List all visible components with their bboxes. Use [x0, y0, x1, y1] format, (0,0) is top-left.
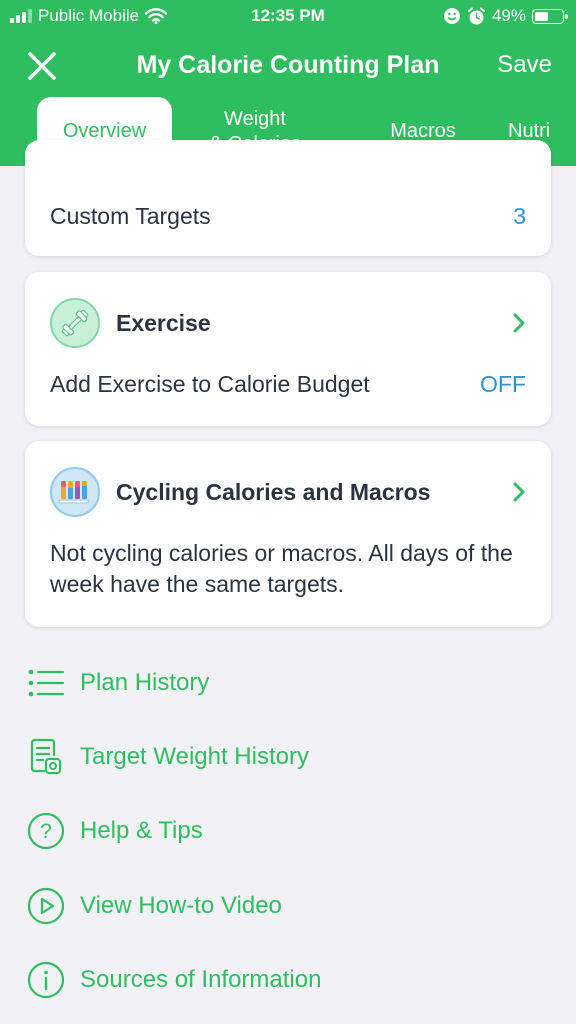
cycling-header[interactable]: Cycling Calories and Macros: [50, 467, 526, 517]
how-to-video-label: View How-to Video: [80, 892, 282, 919]
svg-text:?: ?: [40, 820, 52, 843]
target-weight-history-label: Target Weight History: [80, 743, 309, 770]
battery-fill: [535, 11, 548, 21]
sources-info-label: Sources of Information: [80, 966, 322, 993]
battery-percent: 49%: [491, 6, 526, 25]
plan-history-label: Plan History: [80, 669, 210, 696]
bars-icon: [50, 467, 100, 517]
targets-card: Custom Targets 3: [25, 140, 551, 256]
history-document-icon: [26, 737, 66, 777]
help-tips-label: Help & Tips: [80, 817, 203, 844]
plan-history-link[interactable]: Plan History: [26, 663, 209, 703]
alarm-icon: [467, 7, 485, 24]
chevron-right-icon: [513, 313, 525, 333]
nav-bar: My Calorie Counting Plan Save: [0, 34, 576, 96]
chevron-right-icon: [513, 482, 525, 502]
cycling-card: Cycling Calories and Macros Not cycling …: [25, 441, 551, 627]
exercise-title: Exercise: [116, 309, 211, 336]
save-button[interactable]: Save: [497, 51, 552, 79]
tab-weight-line1: Weight: [224, 107, 286, 130]
cycling-title: Cycling Calories and Macros: [116, 478, 431, 505]
how-to-video-link[interactable]: View How-to Video: [26, 886, 282, 926]
page-title: My Calorie Counting Plan: [136, 51, 440, 79]
play-icon: [26, 886, 66, 926]
add-exercise-toggle[interactable]: OFF: [480, 371, 526, 398]
exercise-card: Exercise Add Exercise to Calorie Budget …: [25, 272, 551, 426]
custom-targets-label: Custom Targets: [50, 203, 211, 229]
cycling-description: Not cycling calories or macros. All days…: [50, 540, 513, 597]
exercise-header[interactable]: Exercise: [50, 298, 526, 348]
sources-info-link[interactable]: Sources of Information: [26, 960, 321, 1000]
info-icon: [26, 960, 66, 1000]
list-icon: [26, 663, 66, 703]
status-bar: Public Mobile 12:35 PM 49%: [0, 0, 576, 34]
dumbbell-icon: [50, 298, 100, 348]
add-exercise-label: Add Exercise to Calorie Budget: [50, 371, 370, 397]
face-icon: [443, 8, 460, 24]
custom-targets-value[interactable]: 3: [513, 203, 526, 230]
battery-icon: [532, 8, 568, 24]
help-tips-link[interactable]: ? Help & Tips: [26, 811, 203, 851]
question-icon: ?: [26, 811, 66, 851]
target-weight-history-link[interactable]: Target Weight History: [26, 737, 309, 777]
